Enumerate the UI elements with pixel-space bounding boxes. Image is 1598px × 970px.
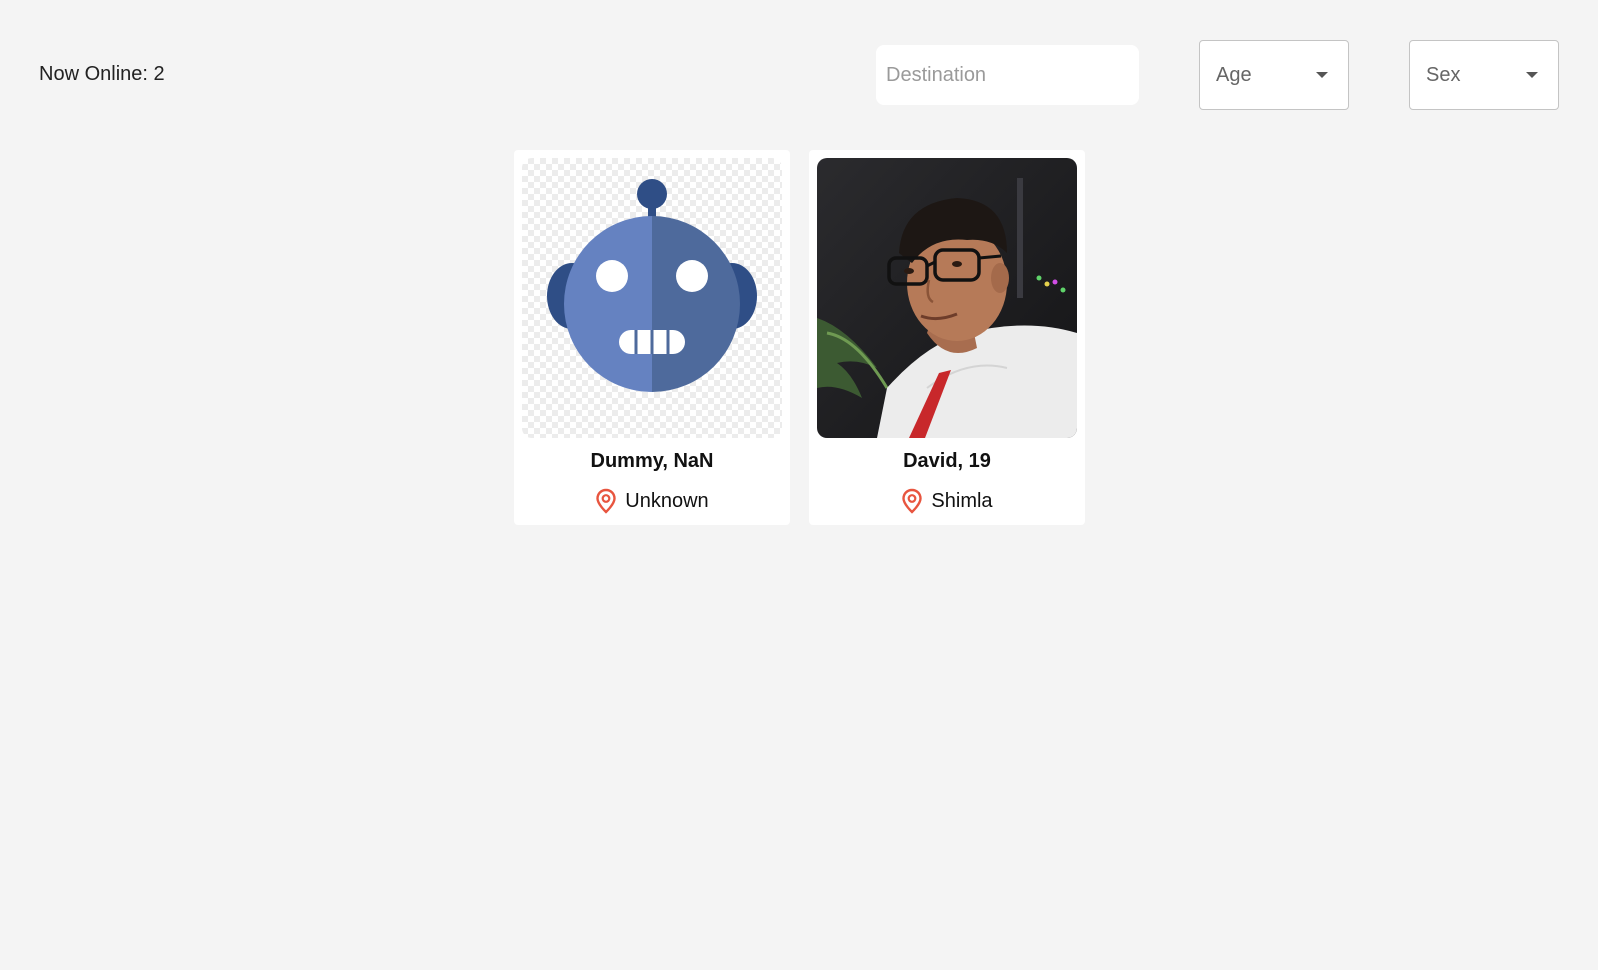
location-pin-icon bbox=[596, 488, 616, 514]
destination-input[interactable] bbox=[876, 45, 1139, 105]
robot-avatar bbox=[522, 158, 782, 438]
location-text: Shimla bbox=[931, 489, 993, 512]
location-text: Unknown bbox=[625, 489, 709, 512]
chevron-down-icon bbox=[1526, 72, 1538, 78]
page: Now Online: 2 Age Sex bbox=[0, 0, 1598, 970]
profile-location: Unknown bbox=[514, 488, 790, 514]
age-select-label: Age bbox=[1216, 63, 1252, 86]
profile-location: Shimla bbox=[809, 488, 1085, 514]
online-count: Now Online: 2 bbox=[39, 63, 165, 85]
sex-select-label: Sex bbox=[1426, 63, 1461, 86]
profile-card[interactable]: Dummy, NaN Unknown bbox=[514, 150, 790, 525]
sex-select[interactable]: Sex bbox=[1409, 40, 1559, 110]
user-photo bbox=[817, 158, 1077, 438]
profile-name: Dummy, NaN bbox=[590, 450, 714, 472]
profile-card[interactable]: David, 19 Shimla bbox=[809, 150, 1085, 525]
profile-name: David, 19 bbox=[903, 450, 991, 472]
age-select[interactable]: Age bbox=[1199, 40, 1349, 110]
chevron-down-icon bbox=[1316, 72, 1328, 78]
location-pin-icon bbox=[902, 488, 923, 514]
